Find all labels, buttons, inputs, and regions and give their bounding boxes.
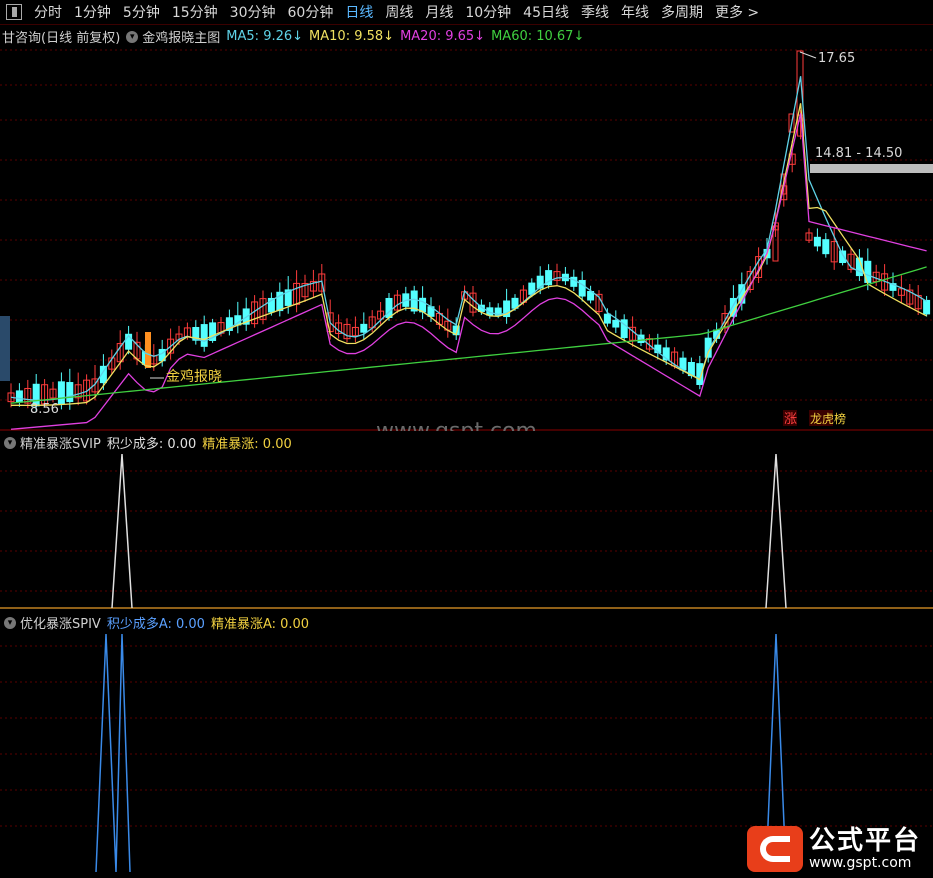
ma-label-0: MA5: 9.26↓ — [226, 29, 303, 44]
tab-period-13[interactable]: 多周期 — [655, 2, 709, 22]
watermark-text: www.gspt.com — [376, 419, 537, 431]
candle-body — [923, 299, 931, 315]
candle-body — [360, 323, 368, 333]
main-panel-header: 甘咨询(日线 前复权) ▾ 金鸡报晓主图 MA5: 9.26↓ MA10: 9.5… — [2, 27, 584, 46]
svip-peak-2 — [765, 453, 787, 609]
ma-label-1: MA10: 9.58↓ — [309, 29, 394, 44]
scroll-handle — [0, 316, 10, 381]
down-arrow-icon: ↓ — [573, 29, 585, 44]
badge-dragon: 龙虎榜 — [810, 411, 846, 426]
candle-body — [57, 381, 65, 405]
panel2-header: ▾ 精准暴涨SVIP 积少成多: 0.00 精准暴涨: 0.00 — [2, 433, 292, 452]
candle-body — [603, 313, 611, 324]
period-tabs: 分时 1分钟 5分钟 15分钟 30分钟 60分钟 日线 周线 月线 10分钟 45日线 季线 年线 多周… — [28, 2, 765, 22]
ma-value-0: MA5: 9.26 — [226, 29, 293, 44]
candle-body — [822, 239, 830, 255]
tab-period-12[interactable]: 年线 — [615, 2, 655, 22]
tab-period-10[interactable]: 45日线 — [517, 2, 575, 22]
ma-label-3: MA60: 10.67↓ — [491, 29, 584, 44]
panel3-header: ▾ 优化暴涨SPIV 积少成多A: 0.00 精准暴涨A: 0.00 — [2, 613, 309, 632]
range-price-bar — [810, 164, 933, 173]
range-price-label: 14.81 - 14.50 — [815, 146, 902, 161]
ma-value-3: MA60: 10.67 — [491, 29, 574, 44]
period-toolbar: 分时 1分钟 5分钟 15分钟 30分钟 60分钟 日线 周线 月线 10分钟 45日线 季线 年线 多周… — [0, 0, 933, 25]
badge-zhang: 涨 — [784, 412, 797, 427]
stock-title: 甘咨询(日线 前复权) — [2, 31, 121, 46]
panel2-value-jsc: 积少成多: 0.00 — [106, 437, 197, 452]
tab-period-6[interactable]: 日线 — [339, 2, 379, 22]
high-price-label: 17.65 — [818, 51, 855, 66]
panel3-value-jsca: 积少成多A: 0.00 — [106, 617, 205, 632]
chevron-down-icon[interactable]: ▾ — [4, 436, 16, 449]
candle-body — [200, 324, 208, 347]
logo-name: 公式平台 — [808, 826, 921, 856]
ma-value-2: MA20: 9.65 — [400, 29, 475, 44]
ma20-line — [10, 113, 927, 430]
tab-period-11[interactable]: 季线 — [575, 2, 615, 22]
ma-legend: MA5: 9.26↓ MA10: 9.58↓ MA20: 9.65↓ MA60: 10… — [220, 29, 584, 44]
panel3-value-jzbza: 精准暴涨A: 0.00 — [210, 617, 310, 632]
candle-body — [813, 236, 821, 247]
down-arrow-icon: ↓ — [474, 29, 486, 44]
leader-line — [799, 51, 817, 59]
ma-label-2: MA20: 9.65↓ — [400, 29, 485, 44]
down-arrow-icon: ↓ — [383, 29, 395, 44]
down-arrow-icon: ↓ — [292, 29, 304, 44]
panel2-title[interactable]: 精准暴涨SVIP — [20, 433, 101, 452]
logo-url: www.gspt.com — [808, 855, 912, 871]
tab-period-3[interactable]: 15分钟 — [166, 2, 224, 22]
gspt-logo: 公式平台 www.gspt.com — [746, 826, 921, 872]
panel-toggle-icon[interactable] — [6, 4, 22, 20]
tab-period-2[interactable]: 5分钟 — [117, 2, 166, 22]
tab-period-0[interactable]: 分时 — [28, 2, 68, 22]
tab-period-7[interactable]: 周线 — [379, 2, 419, 22]
signal-candle — [145, 332, 151, 368]
chevron-down-icon[interactable]: ▾ — [4, 616, 16, 629]
gspt-logo-icon — [746, 826, 803, 872]
low-price-label: 8.56 — [30, 402, 59, 417]
indicator-name[interactable]: 金鸡报晓主图 — [142, 27, 220, 46]
panel3-title[interactable]: 优化暴涨SPIV — [20, 613, 101, 632]
svip-peak-1 — [111, 453, 133, 609]
signal-text: 金鸡报晓 — [166, 368, 222, 385]
main-kline-chart[interactable]: 17.65 8.56 14.81 - 14.50 金鸡报晓 www.gspt.com 涨龙… — [0, 26, 933, 431]
candle-body — [612, 319, 620, 328]
chevron-down-icon[interactable]: ▾ — [126, 30, 139, 43]
tab-period-8[interactable]: 月线 — [419, 2, 459, 22]
candle-body — [15, 390, 23, 403]
spiv-peak-1 — [95, 633, 131, 873]
panel2-value-jzbz: 精准暴涨: 0.00 — [202, 437, 292, 452]
candle-body — [66, 382, 74, 403]
tab-period-1[interactable]: 1分钟 — [68, 2, 117, 22]
tab-period-9[interactable]: 10分钟 — [459, 2, 517, 22]
ma-value-1: MA10: 9.58 — [309, 29, 384, 44]
candle-body — [796, 50, 804, 122]
svip-indicator-chart[interactable] — [0, 431, 933, 609]
tab-period-4[interactable]: 30分钟 — [224, 2, 282, 22]
tab-period-5[interactable]: 60分钟 — [282, 2, 340, 22]
tab-period-14[interactable]: 更多 > — [709, 2, 765, 22]
